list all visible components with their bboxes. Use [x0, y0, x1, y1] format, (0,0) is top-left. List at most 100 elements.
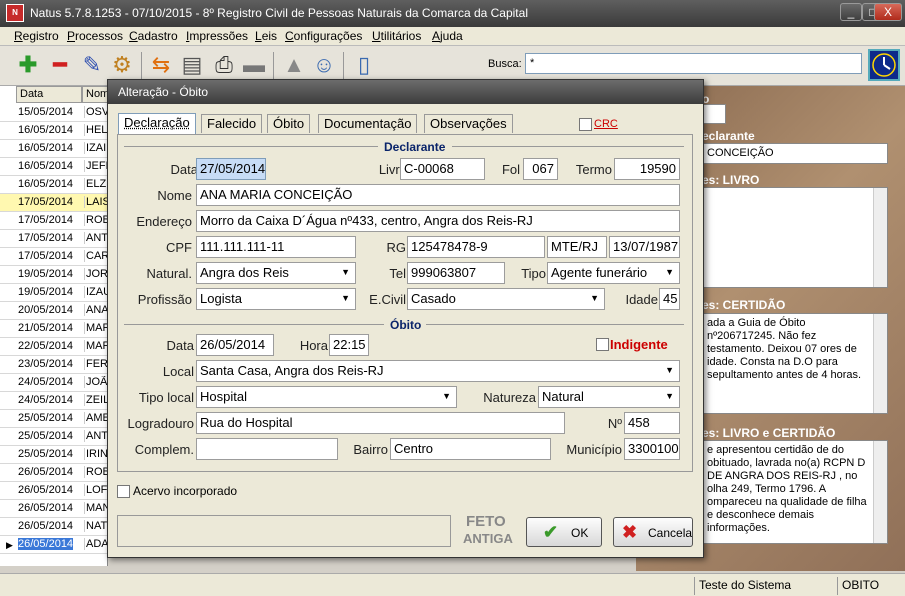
complemento-field[interactable] [196, 438, 338, 460]
municipio-field[interactable]: 3300100 [624, 438, 680, 460]
menu-configuracoes[interactable]: Configurações [285, 29, 362, 43]
table-row[interactable]: 26/05/2014 ROB [0, 464, 108, 482]
table-row[interactable]: 16/05/2014 IZAI [0, 140, 108, 158]
data-obito-field[interactable]: 26/05/2014 [196, 334, 274, 356]
print-preview-icon[interactable]: ▤ [178, 51, 206, 79]
folha-field[interactable]: 067 [523, 158, 558, 180]
table-row[interactable]: 17/05/2014 ROB [0, 212, 108, 230]
natureza-select[interactable]: Natural [538, 386, 680, 408]
municipio-label: Município [566, 442, 622, 457]
acervo-checkbox[interactable] [117, 485, 130, 498]
certidao-notes-label: es: CERTIDÃO [702, 298, 786, 312]
menu-utilitarios[interactable]: Utilitários [372, 29, 421, 43]
table-row[interactable]: 17/05/2014 ANT [0, 230, 108, 248]
tel-field[interactable]: 999063807 [407, 262, 505, 284]
transfer-icon[interactable]: ⇆ [147, 51, 175, 79]
table-row[interactable]: 25/05/2014 ANT [0, 428, 108, 446]
scrollbar[interactable] [873, 441, 887, 543]
scrollbar[interactable] [873, 314, 887, 413]
table-row[interactable]: 16/05/2014 JEFI [0, 158, 108, 176]
menu-registro[interactable]: Registro [14, 29, 59, 43]
warning-icon[interactable]: ▲ [280, 51, 308, 79]
livro-field[interactable]: C-00068 [400, 158, 485, 180]
hora-field[interactable]: 22:15 [329, 334, 369, 356]
rg-label: RG [386, 240, 407, 255]
local-select[interactable]: Santa Casa, Angra dos Reis-RJ [196, 360, 680, 382]
table-row[interactable]: 23/05/2014 FER [0, 356, 108, 374]
minimize-button[interactable]: _ [840, 3, 862, 21]
tab-documentacao[interactable]: Documentação [318, 114, 418, 133]
exit-door-icon[interactable]: ▯ [350, 51, 378, 79]
termo-field[interactable]: 19590 [614, 158, 680, 180]
table-row[interactable]: 26/05/2014 MAN [0, 500, 108, 518]
ok-button[interactable]: ✔ OK [526, 517, 602, 547]
tab-falecido[interactable]: Falecido [201, 114, 263, 133]
menu-impressoes[interactable]: Impressões [186, 29, 248, 43]
table-row[interactable]: 24/05/2014 JOÃ [0, 374, 108, 392]
menu-processos[interactable]: Processos [67, 29, 123, 43]
tab-obito[interactable]: Óbito [267, 114, 311, 133]
numero-field[interactable]: 458 [624, 412, 680, 434]
cancel-button[interactable]: ✖ Cancela [613, 517, 693, 547]
search-input[interactable]: * [525, 53, 862, 74]
table-row[interactable]: 15/05/2014 OSV [0, 104, 108, 122]
tab-declaracao[interactable]: Declaração [118, 113, 196, 134]
status-user: Teste do Sistema [694, 577, 837, 595]
nome-field[interactable]: ANA MARIA CONCEIÇÃO [196, 184, 680, 206]
printer-icon[interactable]: ⎙ [210, 51, 238, 79]
tools-icon[interactable]: ⚙ [108, 51, 136, 79]
table-row[interactable]: 17/05/2014 LAIS [0, 194, 108, 212]
column-header-date[interactable]: Data [16, 86, 82, 103]
table-row[interactable]: 19/05/2014 IZAU [0, 284, 108, 302]
row-name: IZAI [84, 142, 107, 154]
row-name: JEFI [84, 160, 108, 172]
close-button[interactable]: X [874, 3, 902, 21]
table-row[interactable]: 16/05/2014 HEL [0, 122, 108, 140]
rg-data-field[interactable]: 13/07/1987 [609, 236, 680, 258]
endereco-field[interactable]: Morro da Caixa D´Água nº433, centro, Ang… [196, 210, 680, 232]
tab-observacoes[interactable]: Observações [424, 114, 513, 133]
edit-icon[interactable]: ✎ [78, 51, 106, 79]
data-declaracao-field[interactable]: 27/05/2014 [196, 158, 266, 180]
table-row[interactable]: ▶ 26/05/2014 ADA [0, 536, 108, 554]
folha-label: Fol [501, 162, 520, 177]
profissao-select[interactable]: Logista [196, 288, 356, 310]
comment-icon[interactable]: ▬ [240, 51, 268, 79]
table-row[interactable]: 26/05/2014 NAT [0, 518, 108, 536]
user-icon[interactable]: ☺ [310, 51, 338, 79]
row-date: 17/05/2014 [18, 250, 74, 262]
menu-cadastro[interactable]: Cadastro [129, 29, 178, 43]
column-header-name[interactable]: Nom [82, 86, 109, 103]
table-row[interactable]: 26/05/2014 LOF [0, 482, 108, 500]
menu-leis[interactable]: Leis [255, 29, 277, 43]
logradouro-field[interactable]: Rua do Hospital [196, 412, 565, 434]
table-row[interactable]: 16/05/2014 ELZ [0, 176, 108, 194]
remove-icon[interactable]: ━ [46, 51, 74, 79]
rg-field[interactable]: 125478478-9 [407, 236, 545, 258]
table-row[interactable]: 21/05/2014 MAR [0, 320, 108, 338]
table-row[interactable]: 17/05/2014 CAR [0, 248, 108, 266]
estado-civil-select[interactable]: Casado [407, 288, 605, 310]
indigente-label: Indigente [610, 337, 668, 352]
bairro-field[interactable]: Centro [390, 438, 551, 460]
table-row[interactable]: 24/05/2014 ZEIL [0, 392, 108, 410]
naturalidade-select[interactable]: Angra dos Reis [196, 262, 356, 284]
crc-checkbox[interactable] [579, 118, 592, 131]
table-row[interactable]: 20/05/2014 ANA [0, 302, 108, 320]
table-row[interactable]: 19/05/2014 JOR [0, 266, 108, 284]
table-row[interactable]: 25/05/2014 IRIN [0, 446, 108, 464]
record-list[interactable]: Data Nom 15/05/2014 OSV 16/05/2014 HEL 16/05… [0, 86, 109, 566]
menu-ajuda[interactable]: Ajuda [432, 29, 463, 43]
tipo-select[interactable]: Agente funerário [547, 262, 680, 284]
row-name: ROB [84, 214, 108, 226]
cpf-field[interactable]: 111.111.111-11 [196, 236, 356, 258]
rg-orgao-field[interactable]: MTE/RJ [547, 236, 607, 258]
add-icon[interactable]: ✚ [14, 51, 42, 79]
scrollbar[interactable] [873, 188, 887, 287]
indigente-checkbox[interactable] [596, 338, 609, 351]
idade-field[interactable]: 45 [659, 288, 680, 310]
tipo-label: Tipo [521, 266, 546, 281]
table-row[interactable]: 22/05/2014 MAR [0, 338, 108, 356]
tipo-local-select[interactable]: Hospital [196, 386, 457, 408]
table-row[interactable]: 25/05/2014 AME [0, 410, 108, 428]
